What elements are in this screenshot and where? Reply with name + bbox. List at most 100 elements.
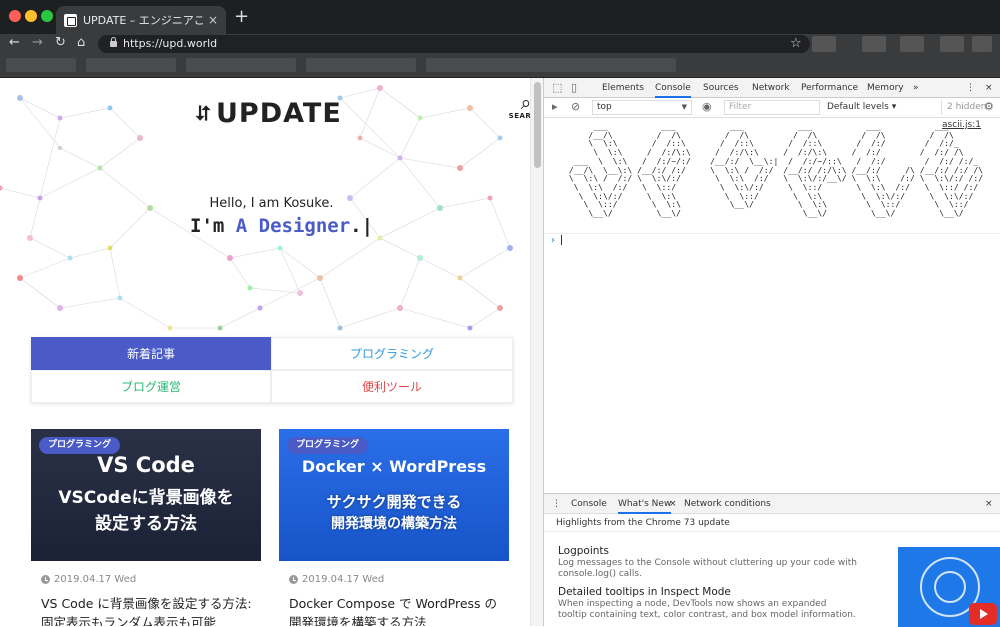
context-selector[interactable]: top ▼ bbox=[592, 100, 692, 115]
lock-icon bbox=[110, 37, 117, 47]
logo-arrows-icon: ⮃ bbox=[195, 101, 211, 125]
tab-console[interactable]: Console bbox=[655, 78, 691, 98]
post-thumbnail[interactable]: プログラミング VS Code VSCodeに背景画像を 設定する方法 bbox=[31, 429, 261, 561]
drawer-tab-network-conditions[interactable]: Network conditions bbox=[684, 494, 771, 514]
typed-accent: A Designer bbox=[235, 215, 351, 237]
bookmark-star-icon[interactable]: ☆ bbox=[790, 34, 802, 54]
console-settings-gear-icon[interactable]: ⚙ bbox=[984, 101, 994, 113]
clear-console-icon[interactable]: ⊘ bbox=[571, 101, 580, 113]
devtools-close-icon[interactable]: × bbox=[985, 78, 993, 98]
category-badge: プログラミング bbox=[287, 437, 369, 454]
drawer-tab-console[interactable]: Console bbox=[571, 494, 607, 514]
tab-title: UPDATE – エンジニアこうすけの bbox=[83, 14, 204, 27]
browser-tab[interactable]: UPDATE – エンジニアこうすけの × bbox=[56, 6, 226, 34]
tab-elements[interactable]: Elements bbox=[602, 78, 644, 98]
hidden-messages-count: 2 hidden bbox=[941, 100, 986, 115]
post-thumbnail[interactable]: プログラミング Docker × WordPress サクサク開発できる 開発環… bbox=[279, 429, 509, 561]
category-tools[interactable]: 便利ツール bbox=[271, 370, 513, 403]
category-new-posts[interactable]: 新着記事 bbox=[31, 337, 271, 370]
reload-icon[interactable]: ↻ bbox=[55, 34, 66, 54]
text-cursor bbox=[561, 235, 562, 245]
profile-icon[interactable] bbox=[972, 36, 992, 52]
devtools-tabbar: ⬚ ▯ Elements Console Sources Network Per… bbox=[544, 78, 1000, 98]
youtube-play-icon[interactable] bbox=[969, 603, 997, 625]
clock-icon bbox=[289, 575, 298, 584]
site-logo[interactable]: ⮃ UPDATE bbox=[195, 98, 342, 129]
feature-title: Detailed tooltips in Inspect Mode bbox=[558, 586, 731, 598]
console-ascii-art: ___ ___ ___ ___ ___ ___ /__/\ / /\ / /\ … bbox=[568, 121, 984, 219]
console-toolbar: ▸ ⊘ top ▼ ◉ Filter Default levels ▾ 2 hid… bbox=[544, 98, 1000, 118]
typed-prefix: I'm bbox=[190, 215, 236, 237]
web-page: ⮃ UPDATE ⌕ SEARCH Hello, I am Kosuke. I'… bbox=[0, 78, 543, 626]
bookmark-item[interactable] bbox=[6, 58, 76, 72]
feature-title: Logpoints bbox=[558, 545, 610, 557]
more-tabs-icon[interactable]: » bbox=[913, 78, 919, 98]
device-toolbar-icon[interactable]: ▯ bbox=[571, 82, 577, 94]
page-scrollbar[interactable] bbox=[530, 78, 543, 626]
tab-performance[interactable]: Performance bbox=[801, 78, 858, 98]
console-output: ascii.js:1 ___ ___ ___ ___ ___ ___ /__/\… bbox=[544, 118, 1000, 493]
thumbnail-subtitle: VSCodeに背景画像を bbox=[58, 488, 234, 508]
bookmark-item[interactable] bbox=[306, 58, 416, 72]
url-text: https://upd.world bbox=[123, 37, 218, 50]
extension-icon[interactable] bbox=[940, 36, 964, 52]
drawer-tab-close-icon[interactable]: × bbox=[669, 494, 677, 514]
extension-icon[interactable] bbox=[862, 36, 886, 52]
bookmark-item[interactable] bbox=[86, 58, 176, 72]
forward-icon[interactable]: → bbox=[32, 34, 43, 54]
post-date: 2019.04.17 Wed bbox=[289, 574, 384, 585]
drawer-tab-whats-new[interactable]: What's New bbox=[618, 494, 672, 514]
sidebar-toggle-icon[interactable]: ▸ bbox=[552, 101, 558, 113]
bookmark-item[interactable] bbox=[426, 58, 676, 72]
extension-icon[interactable] bbox=[900, 36, 924, 52]
thumbnail-subtitle: 設定する方法 bbox=[95, 514, 197, 534]
console-divider bbox=[544, 233, 1000, 234]
post-card[interactable]: プログラミング VS Code VSCodeに背景画像を 設定する方法 2019… bbox=[31, 429, 261, 626]
typed-suffix: .| bbox=[350, 215, 374, 237]
post-title[interactable]: Docker Compose で WordPress の開発環境を構築する方法 bbox=[289, 594, 504, 626]
whats-new-heading: Highlights from the Chrome 73 update bbox=[544, 514, 1000, 532]
maximize-window-button[interactable] bbox=[41, 10, 53, 22]
post-title[interactable]: VS Code に背景画像を設定する方法: 固定表示もランダム表示も可能 bbox=[41, 594, 256, 626]
drawer-menu-icon[interactable]: ⋮ bbox=[552, 494, 561, 514]
feature-description: Log messages to the Console without clut… bbox=[558, 558, 858, 579]
live-expression-eye-icon[interactable]: ◉ bbox=[702, 101, 712, 113]
devtools-drawer: ⋮ Console What's New × Network condition… bbox=[544, 493, 1000, 627]
bookmark-item[interactable] bbox=[186, 58, 296, 72]
console-prompt[interactable]: › bbox=[551, 235, 562, 246]
console-filter-input[interactable]: Filter bbox=[724, 100, 820, 115]
back-icon[interactable]: ← bbox=[9, 34, 20, 54]
tab-memory[interactable]: Memory bbox=[867, 78, 904, 98]
log-levels-dropdown[interactable]: Default levels ▾ bbox=[827, 100, 896, 115]
thumbnail-subtitle: 開発環境の構築方法 bbox=[331, 516, 457, 532]
category-nav: 新着記事 プログラミング ブログ運営 便利ツール bbox=[31, 337, 513, 403]
devtools-menu-icon[interactable]: ⋮ bbox=[966, 78, 975, 98]
thumbnail-title: Docker × WordPress bbox=[301, 457, 487, 476]
minimize-window-button[interactable] bbox=[25, 10, 37, 22]
category-programming[interactable]: プログラミング bbox=[271, 337, 513, 370]
new-tab-button[interactable]: + bbox=[234, 6, 249, 27]
hero-greeting: Hello, I am Kosuke. bbox=[209, 196, 334, 211]
address-bar[interactable]: https://upd.world bbox=[98, 35, 810, 53]
feature-item[interactable]: Logpoints Log messages to the Console wi… bbox=[558, 545, 858, 579]
feature-item[interactable]: Detailed tooltips in Inspect Mode When i… bbox=[558, 586, 858, 620]
home-icon[interactable]: ⌂ bbox=[77, 34, 85, 54]
browser-toolbar: ← → ↻ ⌂ https://upd.world ☆ bbox=[0, 34, 1000, 54]
tab-network[interactable]: Network bbox=[752, 78, 790, 98]
chevron-down-icon: ▼ bbox=[681, 103, 687, 111]
prompt-chevron-icon: › bbox=[551, 235, 555, 246]
post-card[interactable]: プログラミング Docker × WordPress サクサク開発できる 開発環… bbox=[279, 429, 509, 626]
extension-icon[interactable] bbox=[812, 36, 836, 52]
browser-titlebar: UPDATE – エンジニアこうすけの × + bbox=[0, 0, 1000, 34]
drawer-close-icon[interactable]: × bbox=[985, 494, 993, 514]
whats-new-video-thumbnail[interactable] bbox=[898, 547, 1000, 627]
tab-close-icon[interactable]: × bbox=[208, 13, 218, 27]
category-blog[interactable]: ブログ運営 bbox=[31, 370, 271, 403]
bookmarks-bar bbox=[0, 54, 1000, 78]
scrollbar-thumb[interactable] bbox=[534, 82, 541, 168]
close-window-button[interactable] bbox=[9, 10, 21, 22]
tab-sources[interactable]: Sources bbox=[703, 78, 739, 98]
favicon-icon bbox=[64, 13, 77, 27]
decorative-ring bbox=[934, 571, 966, 603]
inspect-element-icon[interactable]: ⬚ bbox=[552, 82, 562, 94]
